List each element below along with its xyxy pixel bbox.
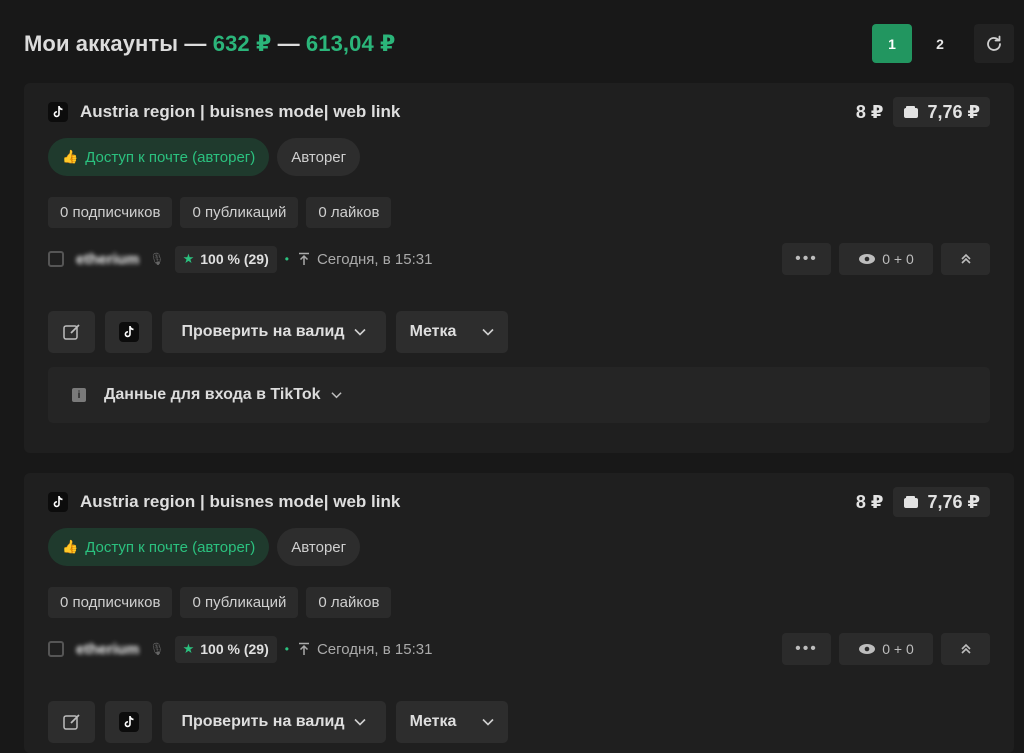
seller-name[interactable]: etherium: [76, 251, 139, 268]
autoreg-tag: Авторег: [277, 138, 361, 176]
more-dots-icon: •••: [795, 250, 818, 267]
date-text: Сегодня, в 15:31: [316, 250, 433, 268]
edit-icon: [62, 324, 80, 340]
check-valid-button[interactable]: Проверить на валид: [162, 701, 386, 743]
email-access-tag: 👍 Доступ к почте (авторег): [48, 138, 270, 176]
rating-value: 100 % (29): [200, 251, 269, 267]
info-icon: i: [72, 388, 86, 402]
seller-rating: ★ 100 % (29): [174, 245, 277, 273]
thumbs-up-icon: 👍: [62, 149, 79, 164]
page-2-button[interactable]: 2: [920, 24, 960, 63]
email-access-tag: 👍 Доступ к почте (авторег): [48, 528, 270, 566]
star-icon: ★: [182, 251, 195, 266]
pagination: 1 2: [872, 24, 1014, 63]
title-separator: —: [277, 31, 300, 56]
bump-button[interactable]: [941, 633, 990, 665]
views-value: 0 + 0: [882, 641, 914, 657]
seller-rating: ★ 100 % (29): [174, 635, 277, 663]
seller-name[interactable]: etherium: [76, 641, 139, 658]
tiktok-icon: [118, 322, 139, 342]
autoreg-tag: Авторег: [277, 528, 361, 566]
account-card: Austria region | buisnes mode| web link …: [24, 83, 1014, 453]
chevron-down-icon: [482, 328, 494, 336]
rating-value: 100 % (29): [200, 641, 269, 657]
more-dots-icon: •••: [795, 640, 818, 657]
eye-icon: [859, 254, 876, 264]
followers-stat: 0 подписчиков: [48, 197, 173, 228]
date-text: Сегодня, в 15:31: [316, 640, 433, 658]
tag-label: Метка: [409, 713, 457, 730]
views-button[interactable]: 0 + 0: [839, 633, 933, 665]
email-access-label: Доступ к почте (авторег): [85, 148, 256, 166]
account-card: Austria region | buisnes mode| web link …: [24, 473, 1014, 753]
tag-button[interactable]: Метка: [396, 311, 508, 353]
check-valid-label: Проверить на валид: [181, 713, 345, 730]
separator-dot: •: [284, 642, 289, 656]
chevron-down-icon: [354, 328, 367, 336]
likes-stat: 0 лайков: [306, 197, 392, 228]
tiktok-icon: [48, 102, 68, 122]
tag-label: Метка: [409, 323, 457, 340]
page-header: Мои аккаунты — 632 ₽ — 613,04 ₽: [24, 27, 395, 61]
account-title[interactable]: Austria region | buisnes mode| web link: [80, 492, 400, 512]
price-after-fee: 7,76 ₽: [893, 97, 990, 127]
tiktok-button[interactable]: [105, 311, 152, 353]
edit-icon: [62, 714, 80, 730]
followers-stat: 0 подписчиков: [48, 587, 173, 618]
email-access-label: Доступ к почте (авторег): [85, 538, 256, 556]
wallet-icon: [904, 106, 919, 118]
upload-icon: [298, 252, 309, 265]
views-button[interactable]: 0 + 0: [839, 243, 933, 275]
account-title[interactable]: Austria region | buisnes mode| web link: [80, 102, 400, 122]
upload-icon: [298, 642, 309, 655]
more-button[interactable]: •••: [782, 633, 831, 665]
check-valid-button[interactable]: Проверить на валид: [162, 311, 386, 353]
price: 8 ₽: [855, 101, 884, 122]
edit-button[interactable]: [48, 701, 95, 743]
refresh-button[interactable]: [974, 24, 1014, 63]
views-value: 0 + 0: [882, 251, 914, 267]
separator-dot: •: [284, 252, 289, 266]
refresh-icon: [987, 35, 1001, 51]
login-data-label: Данные для входа в TikTok: [104, 386, 321, 403]
eye-icon: [859, 644, 876, 654]
mic-icon: 🎙: [149, 642, 165, 656]
price: 8 ₽: [855, 491, 884, 512]
price-after-fee-value: 7,76 ₽: [927, 491, 980, 512]
check-valid-label: Проверить на валид: [181, 323, 345, 340]
price-after-fee: 7,76 ₽: [893, 487, 990, 517]
tiktok-icon: [118, 712, 139, 732]
more-button[interactable]: •••: [782, 243, 831, 275]
tiktok-icon: [48, 492, 68, 512]
select-checkbox[interactable]: [48, 251, 64, 267]
net-sum: 613,04 ₽: [305, 31, 396, 56]
title-text: Мои аккаунты: [24, 31, 179, 56]
chevron-down-icon: [330, 392, 342, 399]
tag-button[interactable]: Метка: [396, 701, 508, 743]
tiktok-button[interactable]: [105, 701, 152, 743]
price-after-fee-value: 7,76 ₽: [927, 101, 980, 122]
bump-button[interactable]: [941, 243, 990, 275]
edit-button[interactable]: [48, 311, 95, 353]
title-separator: —: [184, 31, 207, 56]
tiktok-login-data[interactable]: i Данные для входа в TikTok: [48, 367, 990, 423]
mic-icon: 🎙: [149, 252, 165, 266]
posts-stat: 0 публикаций: [180, 197, 299, 228]
published-date: Сегодня, в 15:31: [297, 250, 433, 268]
total-sum: 632 ₽: [212, 31, 272, 56]
page-title: Мои аккаунты — 632 ₽ — 613,04 ₽: [24, 31, 395, 57]
chevron-down-icon: [482, 718, 494, 726]
chevron-down-icon: [354, 718, 367, 726]
wallet-icon: [904, 496, 919, 508]
double-chevron-up-icon: [960, 253, 971, 264]
likes-stat: 0 лайков: [306, 587, 392, 618]
published-date: Сегодня, в 15:31: [297, 640, 433, 658]
select-checkbox[interactable]: [48, 641, 64, 657]
page-1-button[interactable]: 1: [872, 24, 912, 63]
star-icon: ★: [182, 641, 195, 656]
double-chevron-up-icon: [960, 643, 971, 654]
posts-stat: 0 публикаций: [180, 587, 299, 618]
thumbs-up-icon: 👍: [62, 539, 79, 554]
